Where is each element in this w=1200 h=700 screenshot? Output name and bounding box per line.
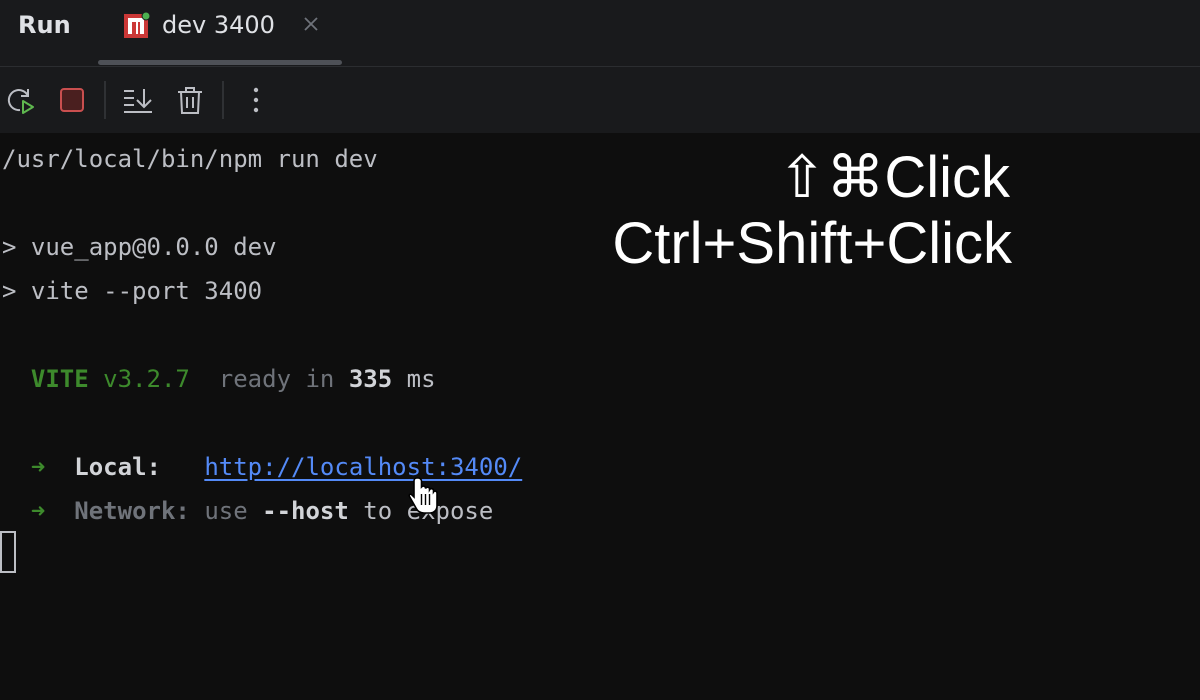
clear-console-button[interactable] xyxy=(174,84,206,116)
vite-version: v3.2.7 xyxy=(103,365,190,393)
console-line-command: /usr/local/bin/npm run dev xyxy=(2,145,378,173)
run-tool-window: Run dev 3400 /usr/local/bin/npm run dev … xyxy=(0,0,1200,700)
mac-shortcut-action: Click xyxy=(884,145,1010,210)
more-vertical-icon xyxy=(253,87,259,113)
more-options-button[interactable] xyxy=(240,84,272,116)
run-tab-bar: Run dev 3400 xyxy=(0,0,1200,67)
run-title: Run xyxy=(18,11,71,39)
windows-shortcut-hint: Ctrl+Shift+Click xyxy=(612,211,1012,276)
run-toolbar xyxy=(0,67,1200,133)
rerun-button[interactable] xyxy=(4,84,36,116)
network-flag: --host xyxy=(262,497,349,525)
local-url-link[interactable]: http://localhost:3400/ xyxy=(204,453,522,481)
console-line-local: ➜ Local: http://localhost:3400/ xyxy=(2,452,522,482)
ready-ms: 335 xyxy=(348,365,393,393)
stop-button[interactable] xyxy=(56,84,88,116)
npm-icon xyxy=(124,12,150,38)
trash-icon xyxy=(178,87,202,114)
console-line-vite-command: > vite --port 3400 xyxy=(2,277,263,305)
arrow-icon: ➜ xyxy=(30,497,46,525)
mac-shortcut-hint: ⇧⌘Click xyxy=(778,143,1010,213)
tab-label: dev 3400 xyxy=(162,11,275,39)
mac-shortcut-keys: ⇧⌘ xyxy=(777,145,885,210)
close-icon[interactable] xyxy=(301,14,321,34)
network-use: use xyxy=(204,497,248,525)
active-tab-indicator xyxy=(98,60,342,65)
ready-unit: ms xyxy=(406,365,436,393)
stop-icon xyxy=(60,88,84,112)
hand-pointer-icon xyxy=(408,477,438,514)
toolbar-separator xyxy=(222,81,224,119)
console-output[interactable]: /usr/local/bin/npm run dev > vue_app@0.0… xyxy=(0,133,1200,700)
console-line-script: > vue_app@0.0.0 dev xyxy=(2,233,277,261)
ready-text: ready in xyxy=(218,365,335,393)
text-cursor xyxy=(0,531,16,573)
rerun-icon xyxy=(7,89,34,114)
network-label: Network: xyxy=(74,497,190,525)
scroll-to-end-icon xyxy=(124,89,152,113)
vite-name: VITE xyxy=(30,365,89,393)
console-line-vite-ready: VITE v3.2.7 ready in 335 ms xyxy=(2,364,436,394)
arrow-icon: ➜ xyxy=(30,453,46,481)
tab-dev-3400[interactable]: dev 3400 xyxy=(98,0,342,66)
scroll-to-end-button[interactable] xyxy=(122,84,154,116)
local-label: Local: xyxy=(74,453,161,481)
toolbar-separator xyxy=(104,81,106,119)
